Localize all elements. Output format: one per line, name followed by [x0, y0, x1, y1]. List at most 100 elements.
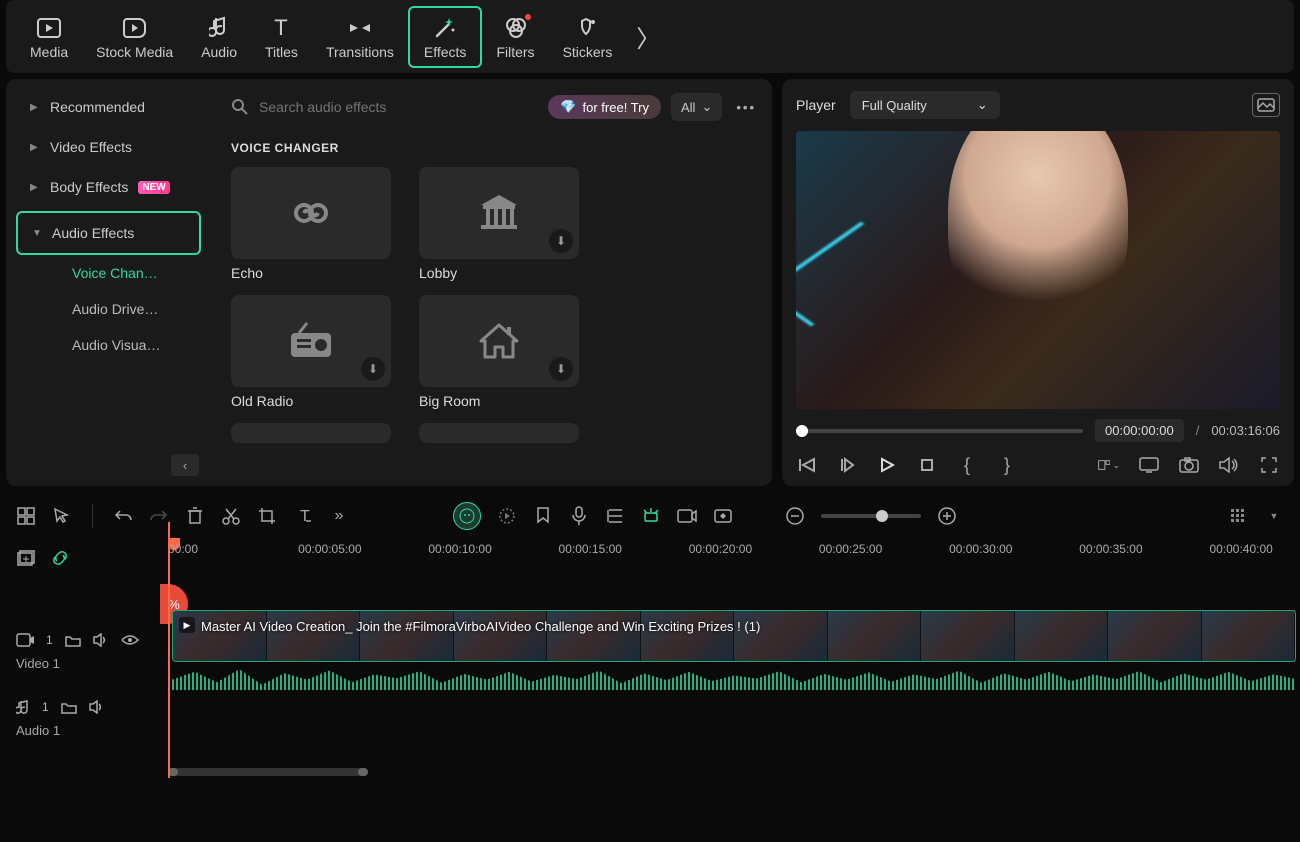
- layout-button[interactable]: ⌄: [1098, 454, 1120, 476]
- effect-card-old-radio[interactable]: ⬇ Old Radio: [231, 295, 391, 409]
- sidebar-body-effects[interactable]: ▶ Body Effects NEW: [16, 167, 201, 207]
- step-back-button[interactable]: [836, 454, 858, 476]
- horizontal-scrollbar[interactable]: [168, 768, 368, 776]
- redo-button[interactable]: [149, 506, 169, 526]
- sidebar-recommended[interactable]: ▶ Recommended: [16, 87, 201, 127]
- stop-button[interactable]: [916, 454, 938, 476]
- sidebar-video-effects[interactable]: ▶ Video Effects: [16, 127, 201, 167]
- nav-effects[interactable]: Effects: [408, 6, 483, 68]
- effect-card-extra[interactable]: [419, 423, 579, 443]
- undo-button[interactable]: [113, 506, 133, 526]
- section-title: VOICE CHANGER: [231, 141, 760, 155]
- filter-all-dropdown[interactable]: All ⌄: [671, 93, 722, 121]
- folder-icon[interactable]: [61, 701, 77, 714]
- svg-text:T: T: [300, 508, 310, 525]
- fullscreen-button[interactable]: [1258, 454, 1280, 476]
- more-tools-button[interactable]: »: [329, 506, 349, 526]
- audio-icon: [205, 14, 233, 42]
- marker-button[interactable]: [533, 506, 553, 526]
- link-button[interactable]: [50, 548, 70, 568]
- search-icon: [231, 98, 249, 116]
- mute-video-button[interactable]: [93, 633, 109, 647]
- timeline-ruler[interactable]: 00:00 00:00:05:00 00:00:10:00 00:00:15:0…: [168, 538, 1300, 578]
- view-dropdown-button[interactable]: ▼: [1264, 506, 1284, 526]
- delete-button[interactable]: [185, 506, 205, 526]
- nav-stickers[interactable]: Stickers: [549, 8, 627, 66]
- download-icon[interactable]: ⬇: [549, 229, 573, 253]
- visibility-button[interactable]: [121, 634, 139, 646]
- select-tool-button[interactable]: [52, 506, 72, 526]
- playhead-line[interactable]: [168, 522, 170, 778]
- nav-titles[interactable]: T Titles: [251, 8, 312, 66]
- audio-mixer-button[interactable]: [605, 506, 625, 526]
- scrub-handle[interactable]: [796, 425, 808, 437]
- video-track-header: 1: [16, 626, 152, 654]
- chevron-left-icon: ‹: [183, 458, 187, 473]
- add-track-button[interactable]: [16, 506, 36, 526]
- sidebar-sub-voice-changer[interactable]: Voice Chan…: [16, 255, 201, 291]
- split-button[interactable]: [221, 506, 241, 526]
- effect-card-echo[interactable]: Echo: [231, 167, 391, 281]
- zoom-knob[interactable]: [876, 510, 888, 522]
- quality-dropdown[interactable]: Full Quality ⌄: [850, 91, 1000, 119]
- zoom-in-button[interactable]: [937, 506, 957, 526]
- chevron-right-icon: ▶: [30, 142, 40, 153]
- nav-more[interactable]: 〉: [636, 25, 660, 49]
- folder-icon[interactable]: [65, 634, 81, 647]
- zoom-out-button[interactable]: [785, 506, 805, 526]
- collapse-sidebar-button[interactable]: ‹: [171, 454, 199, 476]
- search-box: [231, 98, 538, 116]
- scrub-bar[interactable]: [796, 429, 1083, 433]
- audio-waveform[interactable]: [172, 664, 1296, 690]
- sidebar-audio-effects[interactable]: ▼ Audio Effects: [16, 211, 201, 255]
- mark-in-button[interactable]: {: [956, 454, 978, 476]
- mark-out-button[interactable]: }: [996, 454, 1018, 476]
- display-button[interactable]: [1138, 454, 1160, 476]
- sidebar-sub-audio-drive[interactable]: Audio Drive…: [16, 291, 201, 327]
- free-try-banner[interactable]: 💎 for free! Try: [548, 95, 661, 119]
- timeline-section: T » ▼ 00:00 00:00:05:00 00:00:10:00 00:0…: [0, 494, 1300, 778]
- nav-filters[interactable]: Filters: [482, 8, 548, 66]
- play-button[interactable]: [876, 454, 898, 476]
- prev-frame-button[interactable]: [796, 454, 818, 476]
- audio-track-icon: [16, 699, 30, 715]
- volume-button[interactable]: [1218, 454, 1240, 476]
- sidebar-sub-audio-visual[interactable]: Audio Visua…: [16, 327, 201, 363]
- video-clip[interactable]: ▶ Master AI Video Creation_ Join the #Fi…: [172, 610, 1296, 662]
- text-tool-button[interactable]: T: [293, 506, 313, 526]
- ai-assistant-button[interactable]: [453, 502, 481, 530]
- effect-card-lobby[interactable]: ⬇ Lobby: [419, 167, 579, 281]
- snapshot-display-button[interactable]: [1252, 93, 1280, 117]
- smart-edit-button[interactable]: [641, 506, 661, 526]
- nav-transitions[interactable]: Transitions: [312, 8, 408, 66]
- effects-browser: 💎 for free! Try All ⌄ ••• VOICE CHANGER …: [211, 79, 772, 486]
- camera-button[interactable]: [1178, 454, 1200, 476]
- stickers-icon: [573, 14, 601, 42]
- nav-stock-media[interactable]: Stock Media: [82, 8, 187, 66]
- video-track-name: Video 1: [16, 656, 152, 671]
- more-options-button[interactable]: •••: [732, 96, 760, 119]
- voiceover-button[interactable]: [569, 506, 589, 526]
- view-options-button[interactable]: [1228, 506, 1248, 526]
- download-icon[interactable]: ⬇: [549, 357, 573, 381]
- effect-card-big-room[interactable]: ⬇ Big Room: [419, 295, 579, 409]
- crop-button[interactable]: [257, 506, 277, 526]
- nav-media[interactable]: Media: [16, 8, 82, 66]
- add-media-button[interactable]: [16, 548, 36, 568]
- chevron-down-icon: ▼: [32, 228, 42, 239]
- effect-thumb: [231, 167, 391, 259]
- record-button[interactable]: [677, 506, 697, 526]
- search-input[interactable]: [259, 99, 538, 115]
- download-icon[interactable]: ⬇: [361, 357, 385, 381]
- mute-audio-button[interactable]: [89, 700, 105, 714]
- render-button[interactable]: [497, 506, 517, 526]
- radio-icon: [287, 321, 335, 361]
- keyframe-button[interactable]: [713, 506, 733, 526]
- video-preview[interactable]: [796, 131, 1280, 409]
- zoom-slider[interactable]: [821, 514, 921, 518]
- timeline-tracks[interactable]: % ▶ Master AI Video Creation_ Join the #…: [168, 578, 1300, 778]
- effect-card-extra[interactable]: [231, 423, 391, 443]
- timeline-toolbar: T » ▼: [0, 494, 1300, 538]
- chevron-right-icon: ▶: [30, 182, 40, 193]
- nav-audio[interactable]: Audio: [187, 8, 251, 66]
